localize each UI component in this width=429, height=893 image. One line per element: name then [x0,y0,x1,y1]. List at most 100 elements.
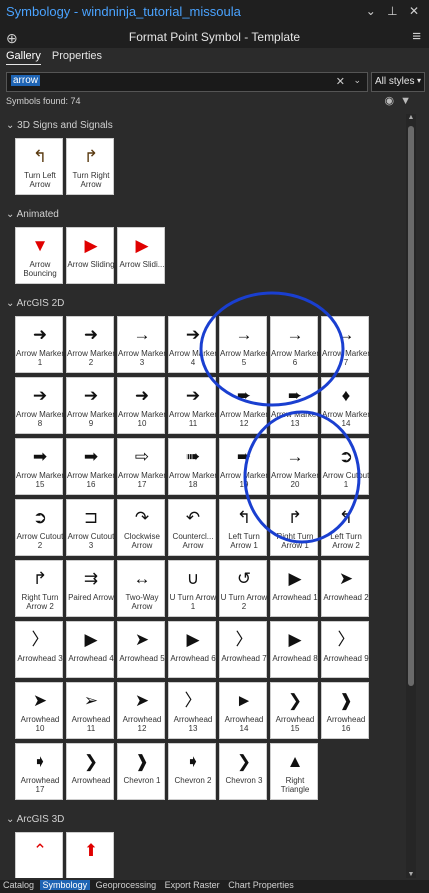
symbol-preview-icon: ➧ [185,752,201,771]
pane-subtitle: Format Point Symbol - Template [128,30,301,44]
symbol-tile[interactable]: ➧ Arrowhead 17 [15,743,63,800]
symbol-tile[interactable]: ➢ Arrowhead 11 [66,682,114,739]
symbol-tile[interactable]: ∪ U Turn Arrow 1 [168,560,216,617]
clear-search-icon[interactable]: ✕ [336,75,345,88]
symbol-tile[interactable]: 〉 Arrowhead 7 [219,621,267,678]
tab-properties[interactable]: Properties [52,50,102,64]
symbol-tile[interactable]: ↺ U Turn Arrow 2 [219,560,267,617]
symbol-tile[interactable]: ▲ Right Triangle [270,743,318,800]
symbol-preview-icon: ➠ [185,447,201,466]
group-header[interactable]: ⌄ ArcGIS 3D [6,814,64,825]
symbol-tile[interactable]: ▼ Arrow Bouncing [15,227,63,284]
scroll-up-icon[interactable]: ▲ [406,114,416,121]
gallery-scrollbar[interactable]: ▲ ▼ [406,114,416,878]
symbol-preview-icon: ❯ [287,691,303,710]
group-header[interactable]: ⌄ Animated [6,209,59,220]
eye-icon[interactable]: ◉ [385,95,401,107]
symbol-tile[interactable]: ➲ Arrow Cutout 1 [321,438,369,495]
symbol-tile[interactable]: ↱ Right Turn Arrow 1 [270,499,318,556]
group-header[interactable]: ⌄ ArcGIS 2D [6,298,64,309]
symbol-tile[interactable]: → Arrow Marker 20 [270,438,319,495]
symbol-tile[interactable]: ➨ Arrow Marker 12 [219,377,268,434]
symbol-tile[interactable]: ▶ Arrow Slidi... [117,227,165,284]
symbol-tile[interactable]: → Arrow Marker 7 [321,316,370,373]
symbol-tile[interactable]: → Arrow Marker 5 [219,316,268,373]
symbol-tile[interactable]: ↱ Right Turn Arrow 2 [15,560,63,617]
hamburger-menu-icon[interactable]: ≡ [412,28,421,45]
symbol-label: Arrow Cutout 2 [16,532,64,550]
symbol-tile[interactable]: ➤ Arrowhead 10 [15,682,63,739]
symbol-tile[interactable]: ⬆ [66,832,114,878]
symbol-tile[interactable]: ➤ Arrowhead 12 [117,682,165,739]
symbol-tile[interactable]: ➜ Arrow Marker 10 [117,377,166,434]
tab-gallery[interactable]: Gallery [6,50,41,65]
symbol-tile[interactable]: ➔ Arrow Marker 11 [168,377,217,434]
search-input[interactable]: arrow ✕ ⌄ [6,72,368,92]
symbol-tile[interactable]: ➡ Arrow Marker 16 [66,438,115,495]
symbol-tile[interactable]: ➜ Arrow Marker 1 [15,316,64,373]
search-history-dropdown-icon[interactable]: ⌄ [353,75,361,86]
symbol-tile[interactable]: ➡ Arrow Marker 15 [15,438,64,495]
symbol-tile[interactable]: ➔ Arrow Marker 4 [168,316,217,373]
symbol-label: Arrowhead 5 [119,654,165,663]
symbol-tile[interactable]: ↰ Turn Left Arrow [15,138,63,195]
symbol-label: Left Turn Arrow 2 [330,532,362,550]
symbol-tile[interactable]: ♦ Arrow Marker 14 [321,377,370,434]
symbol-tile[interactable]: ➔ Arrow Marker 8 [15,377,64,434]
symbol-tile[interactable]: ❯ Arrowhead [66,743,114,800]
dock-tab-chart-properties[interactable]: Chart Properties [225,880,297,890]
symbol-tile[interactable]: ↰ Left Turn Arrow 2 [321,499,369,556]
dock-tab-geoprocessing[interactable]: Geoprocessing [93,880,160,890]
symbol-preview-icon: → [337,325,355,344]
symbol-tile[interactable]: ↷ Clockwise Arrow [117,499,165,556]
symbol-tile[interactable]: ➨ Arrow Marker 19 [219,438,268,495]
symbol-tile[interactable]: ❱ Arrowhead 16 [321,682,369,739]
dock-tab-export-raster[interactable]: Export Raster [162,880,223,890]
symbol-tile[interactable]: ➔ Arrow Marker 9 [66,377,115,434]
dock-tab-catalog[interactable]: Catalog [0,880,37,890]
symbol-tile[interactable]: 〉 Arrowhead 13 [168,682,216,739]
symbol-tile[interactable]: ➤ Arrowhead 5 [117,621,165,678]
window-controls[interactable]: ⌄ ⊥ ✕ [366,4,423,18]
symbol-tile[interactable]: ➤ Arrowhead 2 [321,560,369,617]
symbol-tile[interactable]: ▶ Arrowhead 4 [66,621,114,678]
symbol-tile[interactable]: ▶ Arrowhead 6 [168,621,216,678]
symbol-tile[interactable]: ➨ Arrow Marker 13 [270,377,319,434]
symbol-tile[interactable]: ▶ Arrow Sliding [66,227,115,284]
symbol-tile[interactable]: ⇉ Paired Arrow [66,560,114,617]
symbol-tile[interactable]: ↔ Two-Way Arrow [117,560,165,617]
symbol-label: Arrowhead 12 [122,715,162,733]
symbol-label: Chevron 2 [174,776,212,785]
symbol-tile[interactable]: ► Arrowhead 14 [219,682,267,739]
symbol-tile[interactable]: ⇨ Arrow Marker 17 [117,438,166,495]
symbol-tile[interactable]: ➲ Arrow Cutout 2 [15,499,63,556]
filter-icon[interactable]: ▼ [400,95,417,107]
symbol-tile[interactable]: ⊐ Arrow Cutout 3 [66,499,114,556]
symbol-tile[interactable]: 〉 Arrowhead 9 [321,621,369,678]
symbol-tile[interactable]: ↶ Countercl... Arrow [168,499,216,556]
symbol-tile[interactable]: ↰ Left Turn Arrow 1 [219,499,267,556]
symbol-tile[interactable]: ❯ Arrowhead 15 [270,682,318,739]
scroll-thumb[interactable] [408,126,414,686]
symbol-tile[interactable]: 〉 Arrowhead 3 [15,621,63,678]
symbol-preview-icon: ↱ [32,569,48,588]
symbol-label: U Turn Arrow 1 [169,593,217,611]
symbol-label: Arrow Cutout 1 [322,471,370,489]
symbol-tile[interactable]: ❯ Chevron 3 [219,743,267,800]
symbol-preview-icon: ➢ [83,691,99,710]
symbol-tile[interactable]: ➜ Arrow Marker 2 [66,316,115,373]
symbol-tile[interactable]: → Arrow Marker 3 [117,316,166,373]
scroll-down-icon[interactable]: ▼ [406,871,416,878]
symbol-tile[interactable]: ❱ Chevron 1 [117,743,165,800]
dock-tab-symbology[interactable]: Symbology [39,880,91,890]
symbol-tile[interactable]: ↱ Turn Right Arrow [66,138,114,195]
styles-dropdown[interactable]: All styles ▾ [371,72,425,92]
group-header[interactable]: ⌄ 3D Signs and Signals [6,120,113,131]
symbol-tile[interactable]: ⌃ [15,832,63,878]
symbol-tile[interactable]: ➧ Chevron 2 [168,743,216,800]
symbol-label: Arrow Marker 2 [67,349,115,367]
symbol-tile[interactable]: ➠ Arrow Marker 18 [168,438,217,495]
symbol-tile[interactable]: ▶ Arrowhead 8 [270,621,318,678]
symbol-tile[interactable]: → Arrow Marker 6 [270,316,319,373]
symbol-tile[interactable]: ▶ Arrowhead 1 [270,560,318,617]
